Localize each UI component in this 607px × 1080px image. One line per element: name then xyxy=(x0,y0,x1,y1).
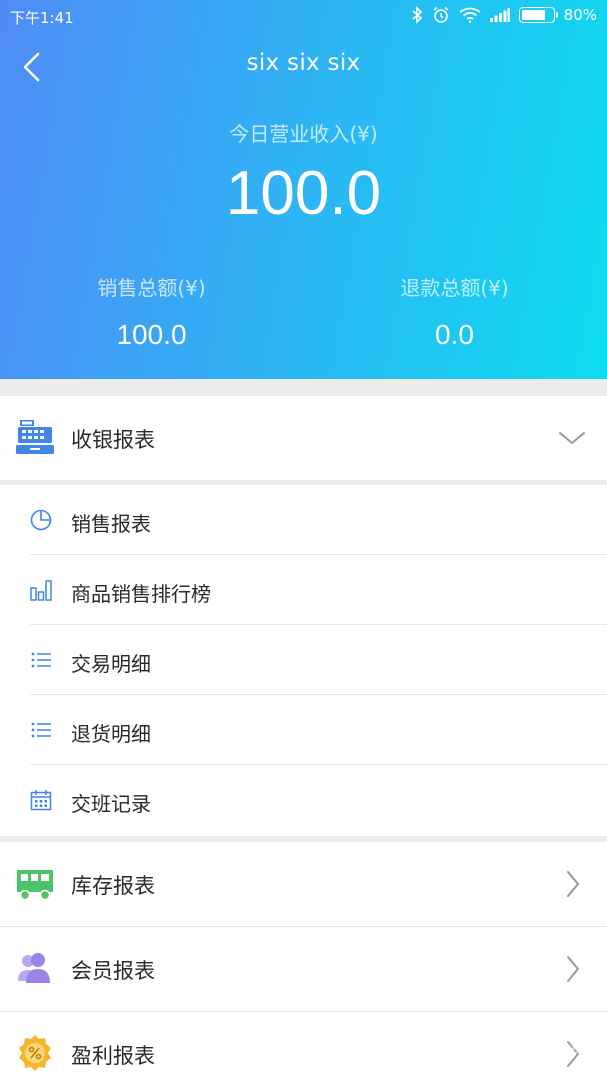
list-item-return-detail[interactable]: 退货明细 xyxy=(0,695,607,765)
wifi-icon xyxy=(459,7,481,23)
section-cashier-label: 收银报表 xyxy=(71,428,155,452)
refund-total: 退款总额(¥) 0.0 xyxy=(303,272,606,351)
bluetooth-icon xyxy=(412,6,422,24)
section-cashier-report[interactable]: 收银报表 xyxy=(0,396,607,480)
chevron-right-icon[interactable] xyxy=(557,1038,587,1070)
list-item-label: 交班记录 xyxy=(71,792,151,816)
chevron-right-icon[interactable] xyxy=(557,868,587,900)
cashier-report-list: 销售报表 商品销售排行榜 交易明细 退货明细 交班记录 xyxy=(0,485,607,836)
section-profit-label: 盈利报表 xyxy=(71,1044,155,1068)
section-inventory-label: 库存报表 xyxy=(71,874,155,898)
summary-header: 下午1:41 80% six six six 今日营业收入(¥) 100.0 销… xyxy=(0,0,607,379)
today-income-label: 今日营业收入(¥) xyxy=(229,122,378,146)
chevron-right-icon[interactable] xyxy=(557,953,587,985)
list-item-label: 商品销售排行榜 xyxy=(71,582,211,606)
truck-icon xyxy=(17,870,53,901)
sales-total-label: 销售总额(¥) xyxy=(97,276,206,300)
today-income-value: 100.0 xyxy=(225,159,382,228)
refund-total-value: 0.0 xyxy=(435,319,474,350)
chevron-down-icon[interactable] xyxy=(557,422,587,454)
signal-icon xyxy=(489,8,510,22)
bar-chart-icon xyxy=(30,580,52,601)
list-item-label: 交易明细 xyxy=(71,652,151,676)
list-item-shift-record[interactable]: 交班记录 xyxy=(0,765,607,835)
section-inventory-report[interactable]: 库存报表 xyxy=(0,842,607,926)
battery-icon xyxy=(518,7,558,23)
pie-chart-icon xyxy=(30,509,52,531)
sales-total-value: 100.0 xyxy=(116,319,187,350)
members-icon xyxy=(18,953,50,983)
alarm-icon xyxy=(433,6,449,23)
sales-total: 销售总额(¥) 100.0 xyxy=(0,272,303,351)
list-item-transaction-detail[interactable]: 交易明细 xyxy=(0,625,607,695)
refund-total-label: 退款总额(¥) xyxy=(400,276,509,300)
section-member-report[interactable]: 会员报表 xyxy=(0,927,607,1011)
status-icons: 80% xyxy=(411,6,597,24)
status-time: 下午1:41 xyxy=(10,9,74,27)
status-bar: 下午1:41 80% xyxy=(0,0,607,34)
calendar-icon xyxy=(30,790,52,811)
list-item-label: 退货明细 xyxy=(71,722,151,746)
percent-badge-icon xyxy=(19,1035,51,1071)
list-icon xyxy=(31,722,51,738)
list-icon xyxy=(31,652,51,668)
section-member-label: 会员报表 xyxy=(71,959,155,983)
list-item-product-ranking[interactable]: 商品销售排行榜 xyxy=(0,555,607,625)
section-gap xyxy=(0,379,607,396)
cash-register-icon xyxy=(16,420,54,454)
section-profit-report[interactable]: 盈利报表 xyxy=(0,1012,607,1080)
list-item-label: 销售报表 xyxy=(71,512,151,536)
page-title: six six six xyxy=(246,50,361,76)
battery-percent: 80% xyxy=(563,6,597,24)
list-item-sales-report[interactable]: 销售报表 xyxy=(0,485,607,555)
